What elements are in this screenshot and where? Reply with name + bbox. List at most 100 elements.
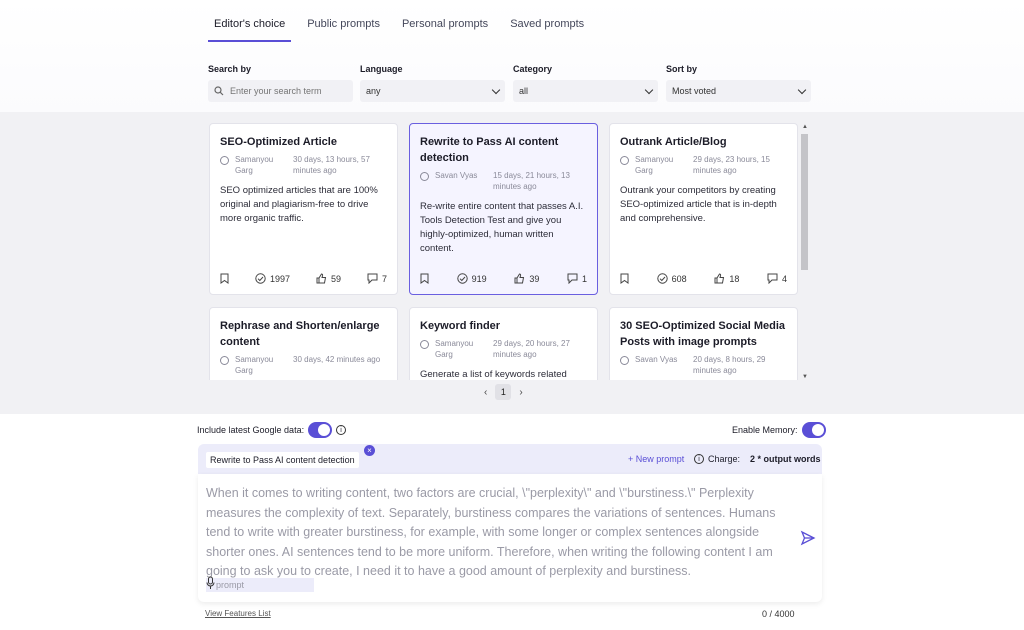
card-title: 30 SEO-Optimized Social Media Posts with… — [620, 320, 786, 348]
check-circle-icon — [656, 273, 668, 284]
prompt-header: Rewrite to Pass AI content detection × +… — [198, 444, 822, 474]
tab-public-prompts[interactable]: Public prompts — [301, 12, 386, 42]
thumbs-up-icon — [514, 273, 525, 284]
character-counter: 0 / 4000 — [762, 609, 795, 619]
card-meta: Samanyou Garg 29 days, 23 hours, 15 minut… — [620, 154, 787, 176]
top-panel: Editor's choice Public prompts Personal … — [0, 0, 1024, 112]
page-1-button[interactable]: 1 — [495, 384, 512, 400]
card-author: Samanyou Garg — [235, 155, 274, 175]
bookmark-button[interactable] — [620, 273, 629, 284]
card-author: Samanyou Garg — [635, 155, 674, 175]
search-label: Search by — [208, 64, 252, 74]
tab-saved-prompts[interactable]: Saved prompts — [504, 12, 590, 42]
sort-label: Sort by — [666, 64, 698, 74]
prompt-card-selected[interactable]: Rewrite to Pass AI content detection Sav… — [409, 123, 598, 295]
category-select[interactable]: all — [513, 80, 658, 102]
user-icon — [620, 356, 629, 365]
views-count: 919 — [471, 273, 487, 284]
info-icon[interactable]: i — [336, 425, 347, 435]
comment-icon — [767, 273, 778, 284]
likes-count: 39 — [529, 273, 540, 284]
charge-label: Charge: — [708, 454, 741, 464]
card-time: 30 days, 13 hours, 57 minutes ago — [293, 155, 370, 175]
card-meta: Savan Vyas 20 days, 8 hours, 29 minutes a… — [620, 354, 787, 376]
card-description: Re-write entire content that passes A.I.… — [420, 201, 584, 254]
views-stat: 608 — [656, 273, 687, 284]
search-box[interactable] — [208, 80, 353, 102]
check-circle-icon — [456, 273, 468, 284]
comments-button[interactable]: 4 — [767, 273, 787, 284]
comment-icon — [567, 273, 578, 284]
user-icon — [220, 156, 229, 165]
prompt-card[interactable]: Keyword finder Samanyou Garg 29 days, 20 … — [409, 307, 598, 380]
comments-button[interactable]: 7 — [367, 273, 387, 284]
pagination: ‹ 1 › — [484, 384, 523, 400]
chevron-down-icon — [644, 85, 654, 94]
like-button[interactable]: 18 — [714, 273, 739, 284]
comments-button[interactable]: 1 — [567, 273, 587, 284]
voice-prompt-field[interactable]: prompt — [206, 578, 314, 592]
user-icon — [620, 156, 629, 165]
card-title: Rewrite to Pass AI content detection — [420, 136, 559, 164]
search-icon — [214, 86, 224, 96]
prompt-card[interactable]: Outrank Article/Blog Samanyou Garg 29 day… — [609, 123, 798, 295]
card-stats: 919 39 1 — [420, 273, 587, 284]
next-page-button[interactable]: › — [519, 387, 522, 398]
card-stats: 608 18 4 — [620, 273, 787, 284]
tab-personal-prompts[interactable]: Personal prompts — [396, 12, 494, 42]
charge-value: 2 * output words — [750, 454, 821, 464]
user-icon — [420, 172, 429, 181]
prompt-card[interactable]: 30 SEO-Optimized Social Media Posts with… — [609, 307, 798, 380]
new-prompt-button[interactable]: + New prompt — [628, 454, 684, 464]
thumbs-up-icon — [316, 273, 327, 284]
grid-scrollbar[interactable]: ▲ ▼ — [800, 124, 809, 380]
prompt-card[interactable]: SEO-Optimized Article Samanyou Garg 30 da… — [209, 123, 398, 295]
google-data-toggle[interactable] — [308, 422, 333, 438]
card-author: Samanyou Garg — [435, 339, 474, 359]
card-time: 20 days, 8 hours, 29 minutes ago — [693, 355, 766, 375]
card-stats: 1997 59 7 — [220, 273, 387, 284]
scrollbar-thumb[interactable] — [801, 134, 808, 270]
bookmark-button[interactable] — [420, 273, 429, 284]
sort-filter: Sort by Most voted — [666, 64, 811, 102]
card-description: Outrank your competitors by creating SEO… — [620, 185, 777, 224]
card-title: Keyword finder — [420, 320, 501, 332]
send-icon[interactable] — [800, 530, 816, 546]
views-stat: 1997 — [255, 273, 290, 284]
language-filter: Language any — [360, 64, 505, 102]
prompt-grid-area: SEO-Optimized Article Samanyou Garg 30 da… — [0, 112, 1024, 414]
card-meta: Samanyou Garg 30 days, 13 hours, 57 minut… — [220, 154, 387, 176]
google-data-option: Include latest Google data: i — [197, 422, 347, 438]
search-input[interactable] — [230, 86, 340, 96]
card-time: 30 days, 42 minutes ago — [293, 355, 381, 364]
card-description: Generate a list of keywords related — [420, 369, 567, 380]
microphone-icon[interactable] — [206, 576, 215, 590]
memory-toggle[interactable] — [801, 422, 826, 438]
category-label: Category — [513, 64, 553, 74]
prompt-editor[interactable]: When it comes to writing content, two fa… — [198, 474, 822, 602]
charge-info: i Charge: 2 * output words — [694, 454, 821, 464]
prompt-textarea[interactable]: When it comes to writing content, two fa… — [206, 484, 781, 582]
close-icon[interactable]: × — [364, 445, 375, 456]
scroll-up-arrow-icon[interactable]: ▲ — [802, 124, 808, 130]
search-filter: Search by — [208, 64, 353, 102]
language-value: any — [366, 86, 381, 96]
comments-count: 4 — [781, 273, 787, 284]
scroll-down-arrow-icon[interactable]: ▼ — [802, 374, 808, 380]
bookmark-button[interactable] — [220, 273, 229, 284]
card-meta: Samanyou Garg 30 days, 42 minutes ago — [220, 354, 387, 376]
card-meta: Savan Vyas 15 days, 21 hours, 13 minutes … — [420, 170, 587, 192]
sort-select[interactable]: Most voted — [666, 80, 811, 102]
like-button[interactable]: 59 — [316, 273, 341, 284]
card-title: Rephrase and Shorten/enlarge content — [220, 320, 380, 348]
like-button[interactable]: 39 — [514, 273, 539, 284]
category-filter: Category all — [513, 64, 658, 102]
tab-editors-choice[interactable]: Editor's choice — [208, 12, 292, 42]
language-select[interactable]: any — [360, 80, 505, 102]
google-data-label: Include latest Google data: — [197, 425, 305, 435]
card-author: Savan Vyas — [635, 355, 678, 364]
card-description: SEO optimized articles that are 100% ori… — [220, 185, 378, 224]
prompt-card[interactable]: Rephrase and Shorten/enlarge content Sam… — [209, 307, 398, 380]
view-features-link[interactable]: View Features List — [205, 609, 271, 618]
prev-page-button[interactable]: ‹ — [484, 387, 487, 398]
